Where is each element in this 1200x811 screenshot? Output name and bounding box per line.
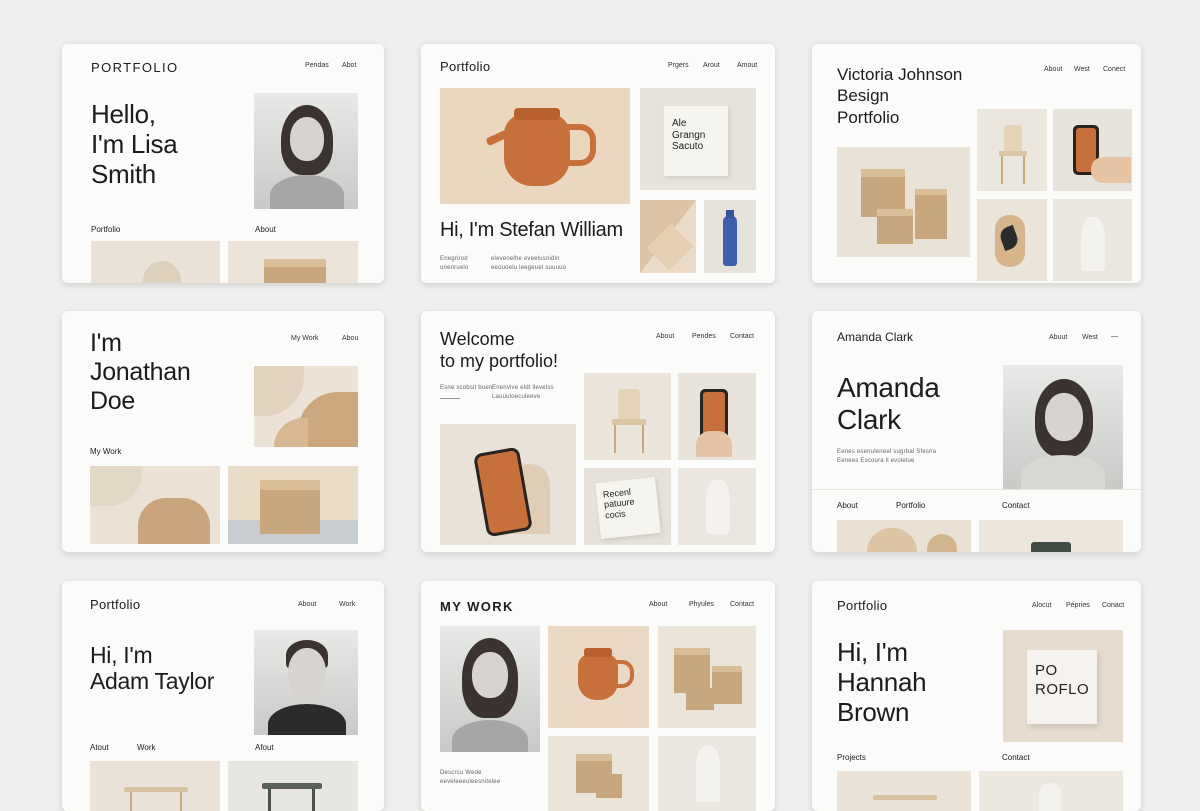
nav-link[interactable]: Conect: [1103, 66, 1125, 73]
bottle-thumbnail[interactable]: [704, 200, 756, 273]
nav-link[interactable]: Contact: [730, 601, 754, 608]
hero-headline: Hi, I'm Stefan William: [440, 219, 623, 241]
nav-link[interactable]: Contact: [730, 333, 754, 340]
brand-title: Amanda Clark: [837, 330, 914, 344]
stool-thumbnail[interactable]: [228, 761, 358, 811]
chair-thumbnail[interactable]: [977, 109, 1047, 191]
nav-link[interactable]: Prgers: [668, 62, 689, 69]
brand-title: Portfolio: [440, 59, 491, 74]
nav-link[interactable]: Amout: [737, 62, 757, 69]
description-text: Eenes esenuleneel sugrbal Sfesna Eenees E…: [837, 449, 937, 464]
description-text: Esne scobsit buen: [440, 385, 493, 391]
nav-link[interactable]: West: [1074, 66, 1090, 73]
brand-title: Portfolio: [90, 597, 141, 612]
nav-link[interactable]: Phyules: [689, 601, 714, 608]
portrait-photo: [254, 630, 358, 735]
portfolio-card-jonathan-doe[interactable]: I'm Jonathan Doe My Work Abou My Work: [62, 311, 384, 552]
work-thumbnail[interactable]: [91, 241, 220, 283]
chair-thumbnail[interactable]: [584, 373, 671, 460]
shape-thumbnail[interactable]: [90, 466, 220, 544]
portfolio-card-my-work[interactable]: MY WORK About Phyules Contact Descrcu We…: [421, 581, 775, 811]
section-label[interactable]: Work: [137, 743, 156, 752]
boxes-image[interactable]: [658, 626, 756, 728]
portfolio-card-amanda-clark[interactable]: Amanda Clark Abuut West — Amanda Clark Ee…: [812, 311, 1141, 552]
work-thumbnail[interactable]: [979, 520, 1123, 552]
menu-icon[interactable]: —: [1111, 333, 1118, 340]
hero-headline: Hello, I'm Lisa Smith: [91, 99, 178, 189]
teapot-image[interactable]: [440, 88, 630, 204]
table-thumbnail[interactable]: [90, 761, 220, 811]
nav-link[interactable]: About: [656, 333, 674, 340]
portfolio-card-welcome[interactable]: Welcome to my portfolio! About Pendes Con…: [421, 311, 775, 552]
description-text: Enenvive eldt llevelss Lauuuloeculeeve: [492, 385, 554, 400]
section-label[interactable]: Projects: [837, 753, 866, 762]
brand-title: Victoria Johnson Besign Portfolio: [837, 65, 963, 127]
hero-headline: Amanda Clark: [837, 372, 940, 436]
phone-thumbnail[interactable]: [1053, 109, 1132, 191]
section-label[interactable]: Atout: [90, 743, 109, 752]
nav-link[interactable]: Pendes: [692, 333, 716, 340]
nav-link[interactable]: West: [1082, 334, 1098, 341]
section-label[interactable]: About: [837, 501, 858, 510]
section-label[interactable]: My Work: [90, 447, 121, 456]
nav-link[interactable]: Work: [339, 601, 355, 608]
portfolio-card-hannah-brown[interactable]: Portfolio Alocut Pépries Conact Hi, I'm H…: [812, 581, 1141, 811]
hero-headline: Hi, I'm Hannah Brown: [837, 637, 927, 727]
shape-thumbnail[interactable]: [254, 366, 358, 447]
hero-headline: Welcome to my portfolio!: [440, 329, 559, 371]
vase-thumbnail[interactable]: [678, 468, 756, 545]
portrait-photo: [254, 93, 358, 209]
portfolio-card-adam-taylor[interactable]: Portfolio About Work Hi, I'm Adam Taylor …: [62, 581, 384, 811]
nav-link[interactable]: Arout: [703, 62, 720, 69]
nav-link[interactable]: Alocut: [1032, 602, 1051, 609]
shape-thumbnail[interactable]: [640, 200, 696, 273]
description-text: Enegrirod unenruelo: [440, 256, 469, 271]
vase-thumbnail[interactable]: [1053, 199, 1132, 281]
nav-link[interactable]: My Work: [291, 335, 318, 342]
section-label[interactable]: Portfolio: [91, 225, 120, 234]
portrait-photo: [440, 626, 540, 752]
section-label[interactable]: Afout: [255, 743, 274, 752]
hero-headline: Hi, I'm Adam Taylor: [90, 642, 215, 695]
nav-link[interactable]: Pendas: [305, 62, 329, 69]
divider: [440, 398, 460, 399]
nav-link[interactable]: About: [298, 601, 316, 608]
brand-title: PORTFOLIO: [91, 60, 179, 75]
portfolio-card-victoria-johnson[interactable]: Victoria Johnson Besign Portfolio About We…: [812, 44, 1141, 283]
work-thumbnail[interactable]: [837, 520, 971, 552]
hero-headline: I'm Jonathan Doe: [90, 329, 191, 415]
boxes-image[interactable]: [837, 147, 970, 257]
card-image[interactable]: PO ROFLO: [1003, 630, 1123, 742]
box-thumbnail[interactable]: [228, 466, 358, 544]
nav-link[interactable]: Abot: [342, 62, 356, 69]
card-image[interactable]: Recenl patuure cocis: [584, 468, 671, 545]
brand-title: MY WORK: [440, 599, 514, 614]
card-image[interactable]: Ale Grangn Sacuto: [640, 88, 756, 190]
phone-thumbnail[interactable]: [678, 373, 756, 460]
nav-link[interactable]: Pépries: [1066, 602, 1090, 609]
phone-image[interactable]: [440, 424, 576, 545]
nav-link[interactable]: Abuut: [1049, 334, 1067, 341]
brand-title: Portfolio: [837, 598, 888, 613]
divider: [812, 489, 1141, 490]
description-text: Descrcu Wede eeveleeeuleesnitelee: [440, 770, 501, 785]
work-thumbnail[interactable]: [979, 771, 1123, 811]
portrait-photo: [1003, 365, 1123, 489]
section-label[interactable]: Portfolio: [896, 501, 925, 510]
portfolio-card-stefan-william[interactable]: Portfolio Prgers Arout Amout Ale Grangn Sa…: [421, 44, 775, 283]
nav-link[interactable]: About: [1044, 66, 1062, 73]
teapot-image[interactable]: [548, 626, 649, 728]
nav-link[interactable]: Abou: [342, 335, 358, 342]
shape-thumbnail[interactable]: [977, 199, 1047, 281]
description-text: elevenelhe eveelusnidin eeouoelu leegeuel…: [491, 256, 567, 271]
work-thumbnail[interactable]: [228, 241, 358, 283]
section-label[interactable]: About: [255, 225, 276, 234]
section-label[interactable]: Contact: [1002, 753, 1030, 762]
section-label[interactable]: Contact: [1002, 501, 1030, 510]
nav-link[interactable]: About: [649, 601, 667, 608]
nav-link[interactable]: Conact: [1102, 602, 1124, 609]
table-thumbnail[interactable]: [837, 771, 971, 811]
portfolio-card-lisa-smith[interactable]: PORTFOLIO Pendas Abot Hello, I'm Lisa Smit…: [62, 44, 384, 283]
